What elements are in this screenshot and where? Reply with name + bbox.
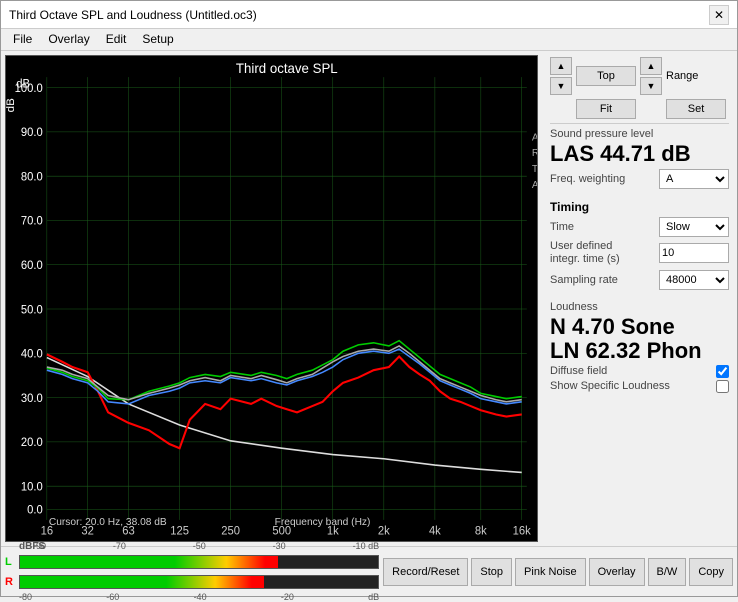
svg-text:16k: 16k (513, 526, 531, 538)
svg-text:R: R (532, 148, 537, 159)
fit-set-row: Fit Set (550, 99, 729, 119)
svg-text:4k: 4k (429, 526, 441, 538)
svg-text:8k: 8k (475, 526, 487, 538)
svg-text:T: T (532, 164, 537, 175)
diffuse-field-row: Diffuse field (550, 365, 729, 378)
svg-text:Cursor: 20.0 Hz, 38.08 dB: Cursor: 20.0 Hz, 38.08 dB (49, 517, 167, 528)
right-channel-row: R (5, 572, 379, 592)
svg-text:Third octave SPL: Third octave SPL (236, 61, 338, 76)
sampling-rate-row: Sampling rate 48000 44100 (550, 270, 729, 290)
main-content: 10 0.0 90.0 80.0 70.0 60.0 50.0 40.0 30.0… (1, 51, 737, 546)
nav-buttons-row: ▲ ▼ Top ▲ ▼ Range (550, 57, 729, 95)
loudness-section-label: Loudness (550, 301, 729, 313)
right-meter-bar (20, 576, 264, 588)
show-specific-checkbox[interactable] (716, 380, 729, 393)
scale-bottom: -80 -60 -40 -20 dB (5, 592, 379, 602)
left-channel-label: L (5, 556, 17, 568)
time-row: Time Slow Fast (550, 217, 729, 237)
svg-text:70.0: 70.0 (21, 216, 43, 228)
time-dropdown[interactable]: Slow Fast (659, 217, 729, 237)
freq-weighting-row: Freq. weighting A B C (550, 169, 729, 189)
svg-text:2k: 2k (378, 526, 390, 538)
right-channel-label: R (5, 576, 17, 588)
diffuse-field-label: Diffuse field (550, 365, 607, 377)
fit-button[interactable]: Fit (576, 99, 636, 119)
menu-file[interactable]: File (5, 31, 40, 48)
svg-text:40.0: 40.0 (21, 348, 43, 360)
svg-text:A: A (532, 132, 537, 143)
svg-text:Frequency band (Hz): Frequency band (Hz) (275, 517, 371, 528)
ln-value: LN 62.32 Phon (550, 339, 729, 363)
svg-text:dB: dB (16, 78, 30, 90)
menu-overlay[interactable]: Overlay (40, 31, 97, 48)
user-defined-label: User defined integr. time (s) (550, 240, 640, 266)
top-down-button[interactable]: ▼ (550, 77, 572, 95)
user-defined-row: User defined integr. time (s) 10 (550, 240, 729, 266)
set-button[interactable]: Set (666, 99, 726, 119)
left-meter-bar (20, 556, 278, 568)
diffuse-field-checkbox[interactable] (716, 365, 729, 378)
range-label: Range (666, 70, 698, 82)
user-defined-input[interactable]: 10 (659, 243, 729, 263)
scale-top: dBFS -90 -70 -50 -30 -10 dB (5, 541, 379, 552)
time-label: Time (550, 221, 574, 233)
action-buttons: Record/Reset Stop Pink Noise Overlay B/W… (383, 558, 733, 586)
svg-text:80.0: 80.0 (21, 171, 43, 183)
bottom-bar: dBFS -90 -70 -50 -30 -10 dB L R (1, 546, 737, 596)
right-panel: ▲ ▼ Top ▲ ▼ Range Fit Set Sound pressure… (542, 51, 737, 546)
overlay-button[interactable]: Overlay (589, 558, 645, 586)
menu-bar: File Overlay Edit Setup (1, 29, 737, 51)
top-up-button[interactable]: ▲ (550, 57, 572, 75)
svg-text:A: A (532, 180, 537, 191)
sampling-rate-label: Sampling rate (550, 274, 618, 286)
svg-text:dB: dB (6, 98, 17, 112)
top-nav-group: ▲ ▼ (550, 57, 572, 95)
range-nav-group: ▲ ▼ (640, 57, 662, 95)
range-down-button[interactable]: ▼ (640, 77, 662, 95)
svg-text:250: 250 (221, 526, 240, 538)
right-meter-bar-container (19, 575, 379, 589)
svg-text:90.0: 90.0 (21, 127, 43, 139)
left-channel-row: L (5, 552, 379, 572)
timing-label: Timing (550, 200, 729, 214)
freq-weighting-label: Freq. weighting (550, 173, 625, 185)
menu-edit[interactable]: Edit (98, 31, 135, 48)
window-title: Third Octave SPL and Loudness (Untitled.… (9, 8, 257, 22)
left-meter-bar-container (19, 555, 379, 569)
spl-section-label: Sound pressure level (550, 128, 729, 140)
top-button[interactable]: Top (576, 66, 636, 86)
chart-svg: 100.0 90.0 80.0 70.0 60.0 50.0 40.0 30.0… (6, 56, 537, 541)
main-window: Third Octave SPL and Loudness (Untitled.… (0, 0, 738, 597)
svg-text:10.0: 10.0 (21, 481, 43, 493)
spl-value: LAS 44.71 dB (550, 142, 729, 166)
svg-text:0.0: 0.0 (27, 504, 43, 516)
loudness-section: Loudness N 4.70 Sone LN 62.32 Phon Diffu… (550, 301, 729, 395)
n-value: N 4.70 Sone (550, 315, 729, 339)
close-button[interactable]: ✕ (709, 5, 729, 25)
record-reset-button[interactable]: Record/Reset (383, 558, 468, 586)
range-up-button[interactable]: ▲ (640, 57, 662, 75)
svg-text:20.0: 20.0 (21, 437, 43, 449)
pink-noise-button[interactable]: Pink Noise (515, 558, 586, 586)
timing-section: Timing Time Slow Fast User defined integ… (550, 200, 729, 292)
menu-setup[interactable]: Setup (134, 31, 181, 48)
show-specific-label: Show Specific Loudness (550, 380, 670, 392)
sampling-rate-dropdown[interactable]: 48000 44100 (659, 270, 729, 290)
dBFS-label: dBFS (19, 541, 33, 552)
spl-section: Sound pressure level LAS 44.71 dB Freq. … (550, 123, 729, 192)
stop-button[interactable]: Stop (471, 558, 512, 586)
svg-text:125: 125 (170, 526, 189, 538)
meter-section: dBFS -90 -70 -50 -30 -10 dB L R (5, 541, 379, 602)
svg-text:50.0: 50.0 (21, 304, 43, 316)
bw-button[interactable]: B/W (648, 558, 687, 586)
svg-text:30.0: 30.0 (21, 393, 43, 405)
svg-text:60.0: 60.0 (21, 260, 43, 272)
show-specific-row: Show Specific Loudness (550, 380, 729, 393)
chart-area: 100.0 90.0 80.0 70.0 60.0 50.0 40.0 30.0… (5, 55, 538, 542)
copy-button[interactable]: Copy (689, 558, 733, 586)
title-bar: Third Octave SPL and Loudness (Untitled.… (1, 1, 737, 29)
freq-weighting-dropdown[interactable]: A B C (659, 169, 729, 189)
